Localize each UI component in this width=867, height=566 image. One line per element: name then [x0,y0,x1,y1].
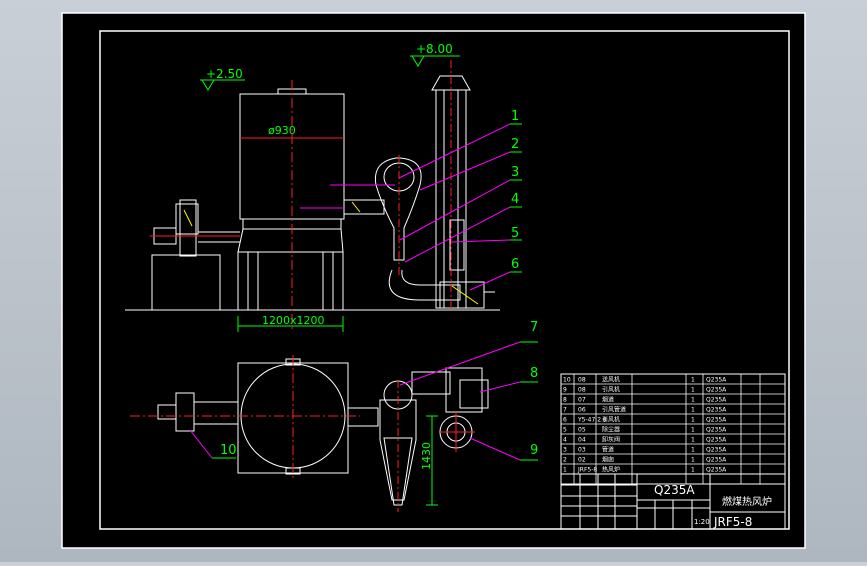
parts-list-cell: 烟囱 [602,456,614,464]
parts-list-cell: Q235A [706,447,727,454]
parts-list-cell: Q235A [706,407,727,414]
callout-8: 8 [530,366,538,381]
parts-list-cell: 08 [578,387,586,394]
parts-list-cell: Q235A [706,397,727,404]
elevation-label-tank: +2.50 [206,67,243,81]
parts-list-cell: Q235A [706,457,727,464]
callout-9: 9 [530,443,538,458]
parts-list-cell: Q235A [706,427,727,434]
parts-list-cell: 08 [578,377,586,384]
parts-list-cell: 1 [691,467,695,474]
callout-5: 5 [511,226,519,241]
parts-list-cell: Q235A [706,377,727,384]
parts-list-cell: 1 [691,457,695,464]
parts-list-cell: 6 [563,417,567,424]
parts-list-cell: 8 [563,397,567,404]
parts-list-cell: 9 [563,387,567,394]
dimension-height: 1430 [420,442,433,470]
parts-list-cell: 10 [563,377,571,384]
parts-list-cell: 1 [691,397,695,404]
parts-list-cell: 1 [691,407,695,414]
elevation-label-chimney: +8.00 [416,42,453,56]
parts-list-cell: 1 [691,427,695,434]
parts-list-cell: 2 [563,457,567,464]
dimension-diameter: ø930 [268,124,296,137]
parts-list-cell: 1 [691,447,695,454]
parts-list-cell: 引风机 [602,416,620,424]
title-block-title: 燃煤热风炉 [722,495,772,508]
cad-drawing: +2.50 +8.00 ø930 1200x1200 1430 1 2 3 4 … [61,12,806,549]
parts-list-cell: 04 [578,437,586,444]
parts-list-cell: 引风机 [602,386,620,394]
parts-list-cell: 引风管道 [602,406,626,414]
title-block-material: Q235A [654,483,695,497]
parts-list-cell: Q235A [706,387,727,394]
parts-list-cell: 4 [563,437,567,444]
parts-list-cell: Q235A [706,467,727,474]
cad-viewport: +2.50 +8.00 ø930 1200x1200 1430 1 2 3 4 … [0,0,867,562]
title-block-drawing-no: JRF5-8 [713,515,752,529]
parts-list-cell: 1 [691,437,695,444]
parts-list-cell: Q235A [706,437,727,444]
parts-list-cell: 1 [691,387,695,394]
parts-list-cell: 送风机 [602,376,620,384]
parts-list-cell: 03 [578,447,586,454]
callout-10: 10 [220,443,237,458]
parts-list-cell: 7 [563,407,567,414]
parts-list-cell: 管道 [602,446,614,454]
callout-2: 2 [511,137,519,152]
parts-list-cell: 5 [563,427,567,434]
parts-list-cell: 卸灰阀 [602,436,620,444]
callout-4: 4 [511,192,519,207]
parts-list-cell: 06 [578,407,586,414]
callout-3: 3 [511,165,519,180]
parts-list-cell: 热风炉 [602,466,620,474]
parts-list-cell: 1 [563,467,567,474]
title-block-scale: 1:20 [694,518,710,526]
parts-list-cell: 02 [578,457,586,464]
parts-list-cell: 3 [563,447,567,454]
parts-list-cell: 1 [691,417,695,424]
dimension-base: 1200x1200 [262,314,325,327]
parts-list-cell: Q235A [706,417,727,424]
callout-6: 6 [511,257,519,272]
callout-7: 7 [530,320,538,335]
callout-1: 1 [511,109,519,124]
parts-list-cell: 05 [578,427,586,434]
parts-list-cell: 1 [691,377,695,384]
parts-list-cell: 烟道 [602,396,614,404]
parts-list-cell: JRF5-8 [577,467,597,474]
parts-list-cell: 07 [578,397,586,404]
parts-list-cell: 除尘器 [602,426,620,434]
